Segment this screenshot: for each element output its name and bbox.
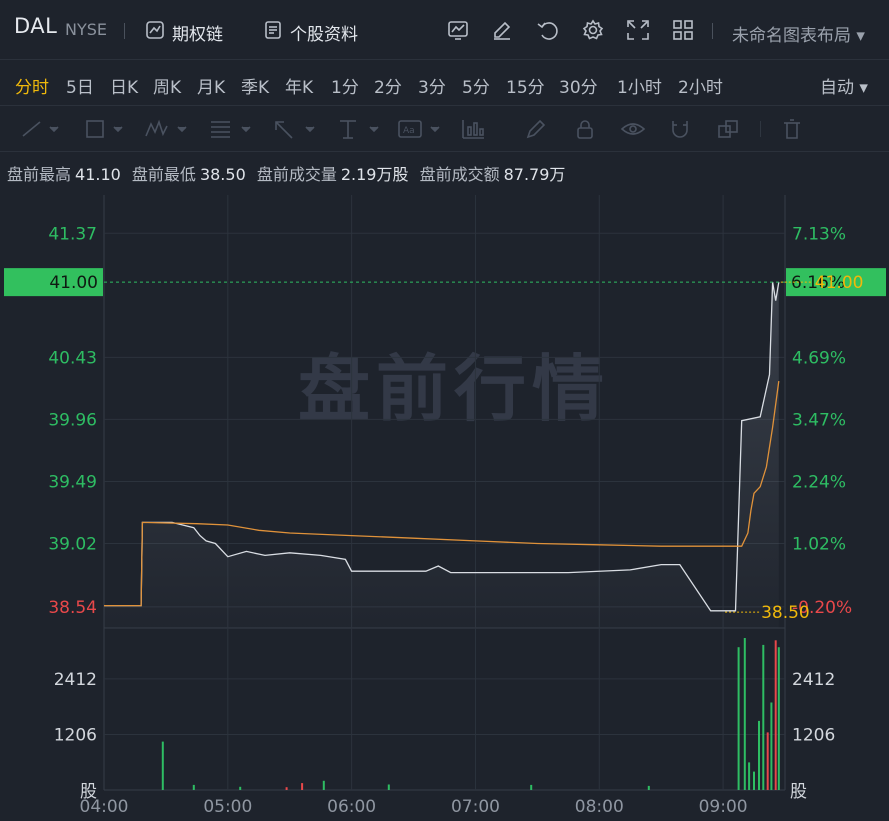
volume-bar [322,780,325,790]
price-tick-label: 39.02 [48,535,97,555]
price-area-fill [104,282,779,628]
volume-unit-label: 股 [790,782,807,802]
pct-tick-label: 4.69% [792,348,846,368]
x-tick-label: 07:00 [451,797,500,817]
volume-bar [743,638,746,790]
x-tick-label: 08:00 [575,797,624,817]
volume-bar [753,771,755,790]
price-chart[interactable]: 04:00 05:00 06:00 07:00 08:00 09:0041.37 7.13%… [0,0,889,821]
pct-tick-label: 1.02% [792,535,846,555]
high-marker-label: 41.00 [815,273,864,293]
price-tick-label: 39.96 [48,410,97,430]
pct-tick-label: 2.24% [792,472,846,492]
volume-bar [161,741,164,790]
volume-bar [762,644,765,790]
price-tick-label: 39.49 [48,472,97,492]
price-tick-label: 38.54 [48,598,97,618]
volume-bar [239,786,242,790]
volume-bar [774,640,777,790]
price-tick-label: 40.43 [48,348,97,368]
volume-tick-label: 2412 [54,670,97,690]
volume-bar [301,783,304,790]
volume-bar [748,762,751,790]
x-tick-label: 05:00 [203,797,252,817]
low-marker-label: 38.50 [761,603,810,623]
volume-bar [285,787,288,790]
x-tick-label: 09:00 [699,797,748,817]
price-tick-label: 41.37 [48,224,97,244]
volume-bar [770,702,773,790]
volume-bar [737,647,740,790]
volume-tick-label: 1206 [792,725,835,745]
pct-tick-label: 3.47% [792,410,846,430]
volume-tick-label: 2412 [792,670,835,690]
volume-unit-label: 股 [80,782,97,802]
volume-tick-label: 1206 [54,725,97,745]
volume-bar [647,785,650,790]
current-price-value: 41.00 [49,273,98,293]
volume-bar [766,732,769,790]
volume-bar [192,784,195,790]
pct-tick-label: 7.13% [792,224,846,244]
volume-bar [758,720,760,790]
volume-bar [777,647,780,790]
volume-bar [530,784,533,790]
x-tick-label: 06:00 [327,797,376,817]
volume-bar [387,784,390,790]
